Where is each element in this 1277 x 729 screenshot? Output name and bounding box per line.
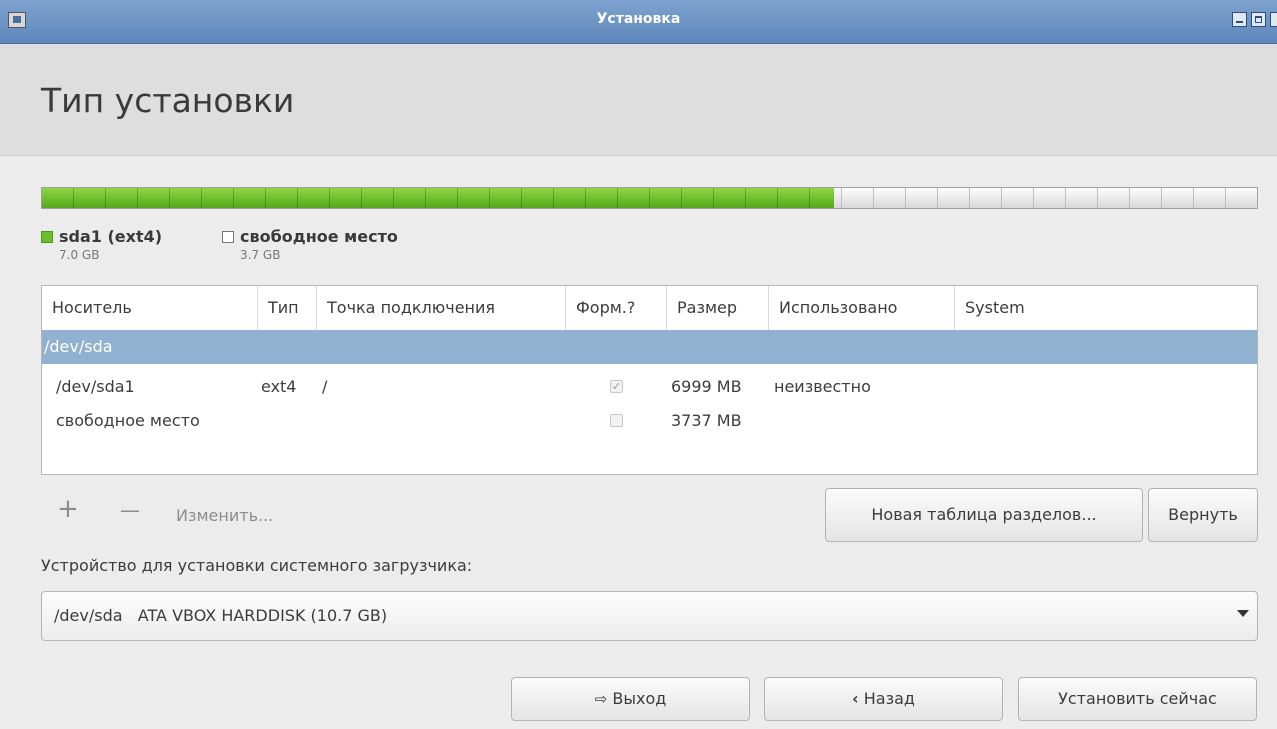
column-header-type[interactable]: Тип: [258, 286, 317, 330]
legend-swatch-sda1: [41, 231, 53, 243]
chevron-left-icon: ‹: [852, 689, 859, 708]
legend-size-sda1: 7.0 GB: [59, 248, 100, 262]
cell-device: свободное место: [56, 411, 200, 430]
legend-size-free: 3.7 GB: [240, 248, 281, 262]
legend-item-sda1: sda1 (ext4) 7.0 GB: [41, 227, 162, 262]
column-header-used[interactable]: Использовано: [769, 286, 955, 330]
bootloader-label: Устройство для установки системного загр…: [41, 556, 473, 575]
format-checkbox-unchecked[interactable]: [610, 414, 623, 427]
legend-swatch-free: [222, 231, 234, 243]
window-title: Установка: [596, 11, 681, 27]
table-row[interactable]: /dev/sda1 ext4 / ✓ 6999 MB неизвестно: [42, 370, 1257, 404]
cell-used: неизвестно: [774, 377, 871, 396]
cell-size: 3737 MB: [671, 411, 742, 430]
cell-mount: /: [322, 377, 328, 396]
table-row-device[interactable]: /dev/sda: [42, 330, 1257, 364]
partition-used-segment: [42, 188, 835, 208]
install-now-button[interactable]: Установить сейчас: [1018, 677, 1257, 721]
back-button-label: Назад: [863, 689, 915, 708]
cell-type: ext4: [261, 377, 297, 396]
column-header-mount[interactable]: Точка подключения: [317, 286, 566, 330]
column-header-format[interactable]: Форм.?: [566, 286, 667, 330]
chevron-down-icon: [1237, 610, 1249, 617]
cell-size: 6999 MB: [671, 377, 742, 396]
page-header: Тип установки: [0, 44, 1277, 156]
table-row[interactable]: свободное место 3737 MB: [42, 404, 1257, 438]
legend-label-free: свободное место: [240, 227, 398, 246]
revert-button[interactable]: Вернуть: [1148, 488, 1258, 542]
page-title: Тип установки: [41, 81, 295, 120]
back-button[interactable]: ‹ Назад: [764, 677, 1003, 721]
new-partition-table-button[interactable]: Новая таблица разделов...: [825, 488, 1143, 542]
table-header: Носитель Тип Точка подключения Форм.? Ра…: [42, 286, 1257, 331]
column-header-device[interactable]: Носитель: [42, 286, 258, 330]
cell-device: /dev/sda1: [56, 377, 135, 396]
partition-usage-bar: [41, 187, 1258, 209]
column-header-system[interactable]: System: [955, 286, 1257, 330]
add-partition-button[interactable]: +: [57, 494, 79, 524]
partition-table[interactable]: Носитель Тип Точка подключения Форм.? Ра…: [41, 285, 1258, 475]
window-titlebar: Установка: [0, 0, 1277, 44]
legend-item-free: свободное место 3.7 GB: [222, 227, 398, 262]
legend-label-sda1: sda1 (ext4): [59, 227, 163, 246]
device-row-label: /dev/sda: [44, 337, 113, 356]
quit-button[interactable]: ⇨ Выход: [511, 677, 750, 721]
remove-partition-button[interactable]: —: [120, 498, 140, 522]
exit-icon: ⇨: [594, 690, 608, 708]
maximize-icon[interactable]: [1251, 12, 1266, 27]
bootloader-device-select[interactable]: /dev/sda ATA VBOX HARDDISK (10.7 GB): [41, 591, 1258, 641]
format-checkbox-checked[interactable]: ✓: [610, 380, 623, 393]
minimize-icon[interactable]: [1232, 12, 1247, 27]
close-icon[interactable]: [1270, 12, 1277, 27]
change-partition-button[interactable]: Изменить...: [176, 506, 273, 525]
bootloader-device-value: /dev/sda ATA VBOX HARDDISK (10.7 GB): [54, 606, 388, 625]
quit-button-label: Выход: [612, 689, 667, 708]
column-header-size[interactable]: Размер: [667, 286, 769, 330]
